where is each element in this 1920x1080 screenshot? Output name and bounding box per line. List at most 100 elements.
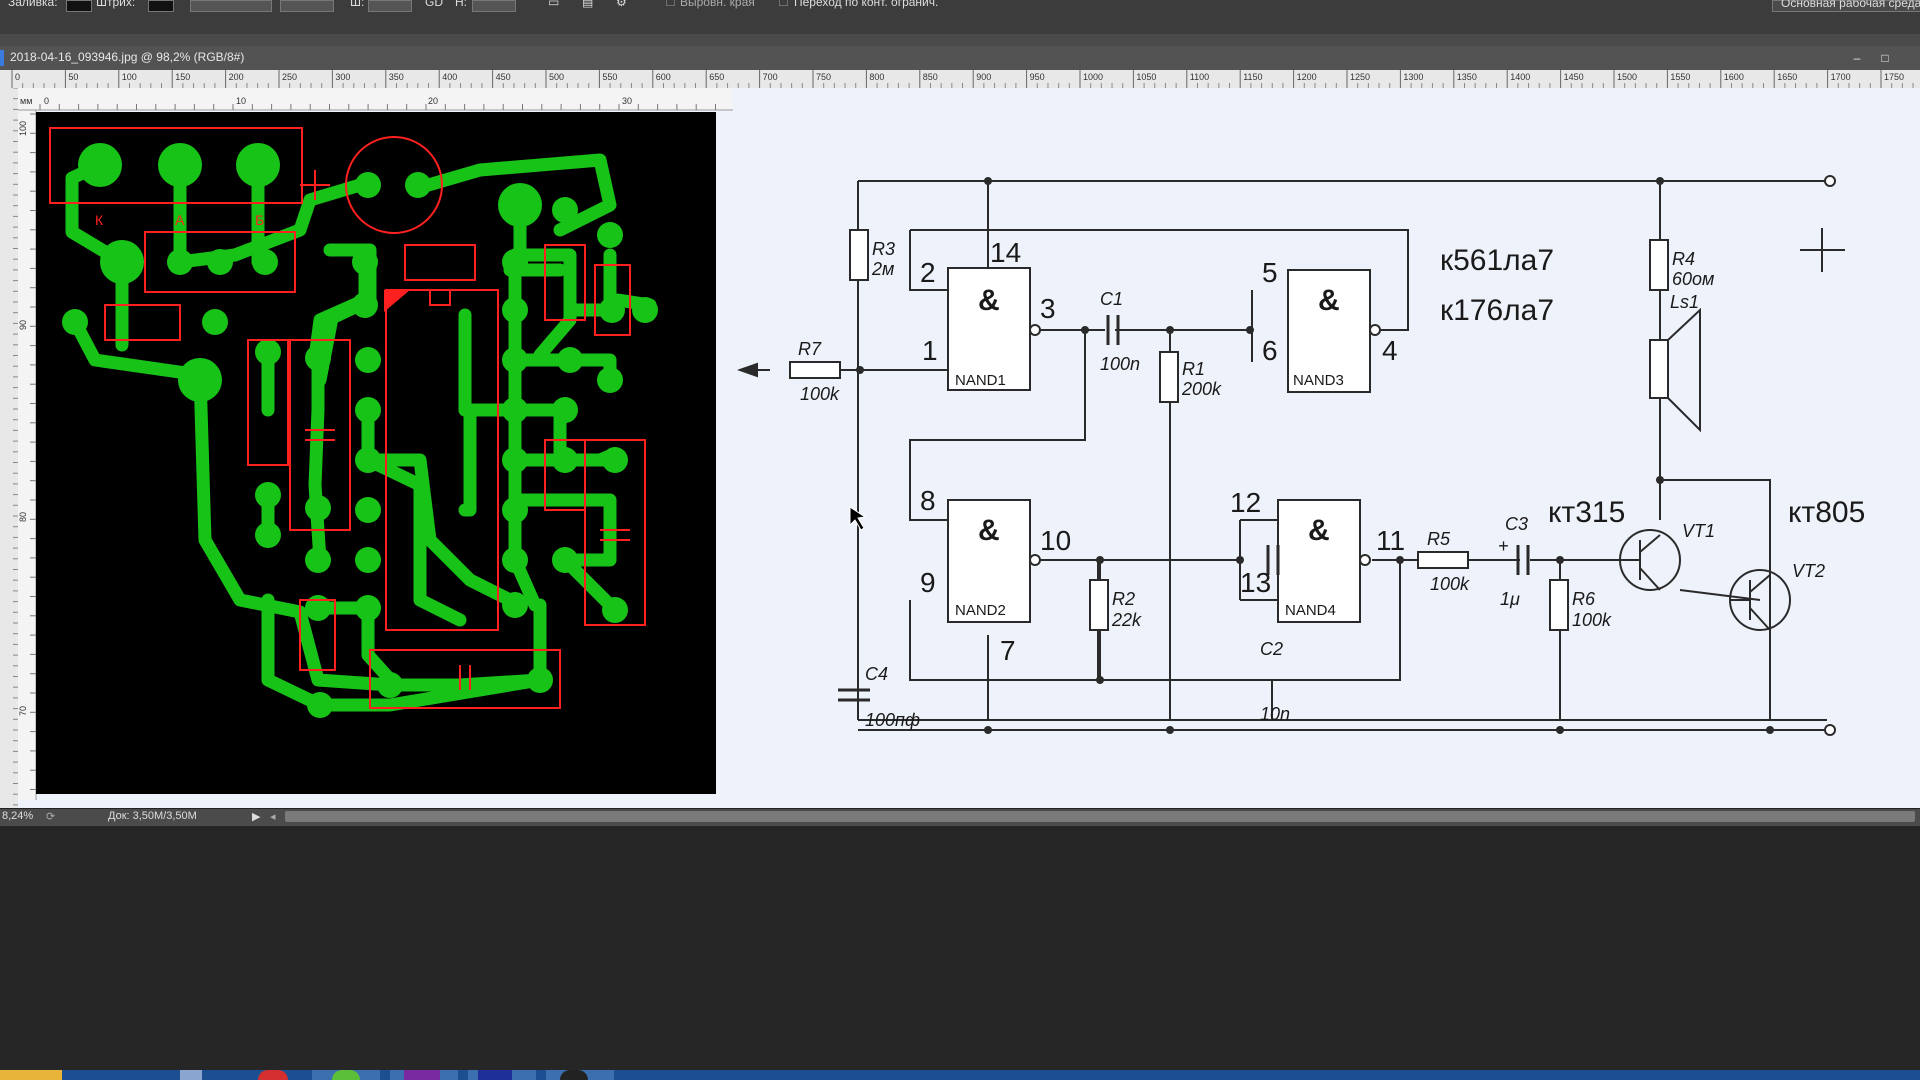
stroke-width-field[interactable] [190,0,272,12]
component-name: C4 [865,664,888,684]
gates [947,267,1381,623]
maximize-icon[interactable]: □ [1876,50,1894,66]
image-content: мм 0 10 20 30 100 90 80 70 К А Б & & & &… [18,88,1865,800]
fill-label: Заливка: [8,0,58,9]
document-title: 2018-04-16_093946.jpg @ 98,2% (RGB/8#) [10,50,245,64]
pin-label: 3 [1040,293,1056,324]
pin-label: 7 [1000,635,1016,666]
fill-swatch[interactable] [66,0,92,12]
taskbar-app-icon[interactable] [404,1070,440,1080]
workspace-switcher[interactable]: Основная рабочая среда [1772,0,1920,12]
taskbar-app-icon[interactable] [180,1070,202,1080]
component-name: VT1 [1682,521,1715,541]
component-value: 100k [1430,574,1470,594]
ruler-tick-label: 600 [656,72,671,82]
height-field[interactable] [472,0,516,12]
component-name: R4 [1672,249,1695,269]
ruler-tick-label: 1600 [1724,72,1744,82]
inner-ruler-left [18,110,36,800]
component-value: 10n [1260,704,1290,724]
align-edges-checkbox[interactable]: ☐ [665,0,676,9]
component-name: R2 [1112,589,1135,609]
ruler-tick-label: 1250 [1350,72,1370,82]
ruler-tick-label: 750 [816,72,831,82]
top-ruler-ticks: 0 50 100 150 200 250 300 350 400 450 500 550 600 650 7… [11,70,1914,88]
inner-ruler-unit: мм [20,96,32,106]
workspace-label: Основная рабочая среда [1781,0,1920,10]
transistor-label: кт805 [1788,496,1865,529]
scroll-left-icon[interactable]: ◂ [270,810,276,823]
pin-label: 11 [1376,525,1405,556]
pin-label: 13 [1240,567,1271,598]
document-tab[interactable]: 2018-04-16_093946.jpg @ 98,2% (RGB/8#) –… [0,46,1920,71]
ruler-tick-label: 1150 [1243,72,1262,82]
component-name: C3 [1505,514,1528,534]
transistors [1619,529,1791,631]
path-ops-icon[interactable]: ▭ [548,0,559,9]
pin-label: 10 [1040,525,1071,556]
taskbar-app-icon[interactable] [332,1070,360,1080]
resistor-r4 [1649,239,1669,291]
resistor-r1 [1159,351,1179,403]
taskbar-app-icon[interactable] [478,1070,512,1080]
start-button[interactable] [0,1070,62,1080]
ruler-tick-label: 1000 [1083,72,1103,82]
component-value: 60ом [1672,269,1714,289]
horizontal-scrollbar[interactable] [285,811,1915,822]
path-arrange-icon[interactable]: ⚙ [616,0,627,9]
gate-symbol: & [978,514,1000,547]
pin-label: 8 [920,485,936,516]
ruler-tick-label: 400 [442,72,457,82]
pcb-pad-label: Б [255,212,264,228]
left-ruler-ticks [13,87,18,806]
path-align-icon[interactable]: ▤ [582,0,593,9]
ruler-tick-label: 1650 [1777,72,1797,82]
terminal-top [1824,175,1836,187]
resistor-r2 [1089,579,1109,631]
terminal-bottom [1824,724,1836,736]
chip-label: к176ла7 [1440,294,1554,327]
ruler-tick-label: 200 [229,72,244,82]
align-edges-label: Выровн. края [680,0,755,9]
width-field[interactable] [368,0,412,12]
top-ruler[interactable]: 0 50 100 150 200 250 300 350 400 450 500 550 600 650 7… [0,70,1920,89]
inner-tick: 0 [44,96,49,106]
gate-symbol: & [978,284,1000,317]
output-arrow [736,362,758,378]
stroke-label: Штрих: [96,0,136,9]
ruler-tick-label: 1050 [1136,72,1156,82]
component-name: C1 [1100,289,1123,309]
minimize-icon[interactable]: – [1848,50,1866,66]
component-value: 2м [871,259,894,279]
taskbar-app-icon[interactable] [560,1070,588,1080]
zoom-readout[interactable]: 8,24% [2,810,33,822]
constrain-checkbox[interactable]: ☐ [778,0,789,9]
document-canvas[interactable]: мм 0 10 20 30 100 90 80 70 К А Б & & & &… [18,88,1920,808]
stroke-type-dropdown[interactable] [280,0,334,12]
gate-label: NAND1 [955,372,1006,389]
stroke-swatch[interactable] [148,0,174,12]
transistor-label: кт315 [1548,496,1625,529]
left-ruler[interactable] [0,87,19,808]
share-icon[interactable]: ⟳ [46,810,55,823]
taskbar-app-icon[interactable] [258,1070,288,1080]
constrain-label: Переход по конт. огранич. [794,0,939,9]
ruler-tick-label: 0 [15,72,20,82]
ruler-tick-label: 1200 [1297,72,1317,82]
crosshair-icon [1800,228,1845,272]
ruler-tick-label: 900 [976,72,991,82]
pin-label: 14 [990,237,1021,268]
ruler-tick-label: 500 [549,72,564,82]
status-menu-arrow-icon[interactable]: ▶ [252,810,260,823]
gate-label: NAND2 [955,602,1006,619]
component-value: 1μ [1500,589,1520,609]
resistor-r6 [1549,579,1569,631]
ruler-tick-label: 700 [763,72,778,82]
ruler-tick-label: 1700 [1831,72,1851,82]
ruler-tick-label: 250 [282,72,297,82]
speaker-body [1649,339,1669,399]
component-name: C2 [1260,639,1283,659]
width-label: Ш: [350,0,365,9]
inner-left-tick: 90 [18,320,28,330]
inner-tick: 30 [622,96,632,106]
